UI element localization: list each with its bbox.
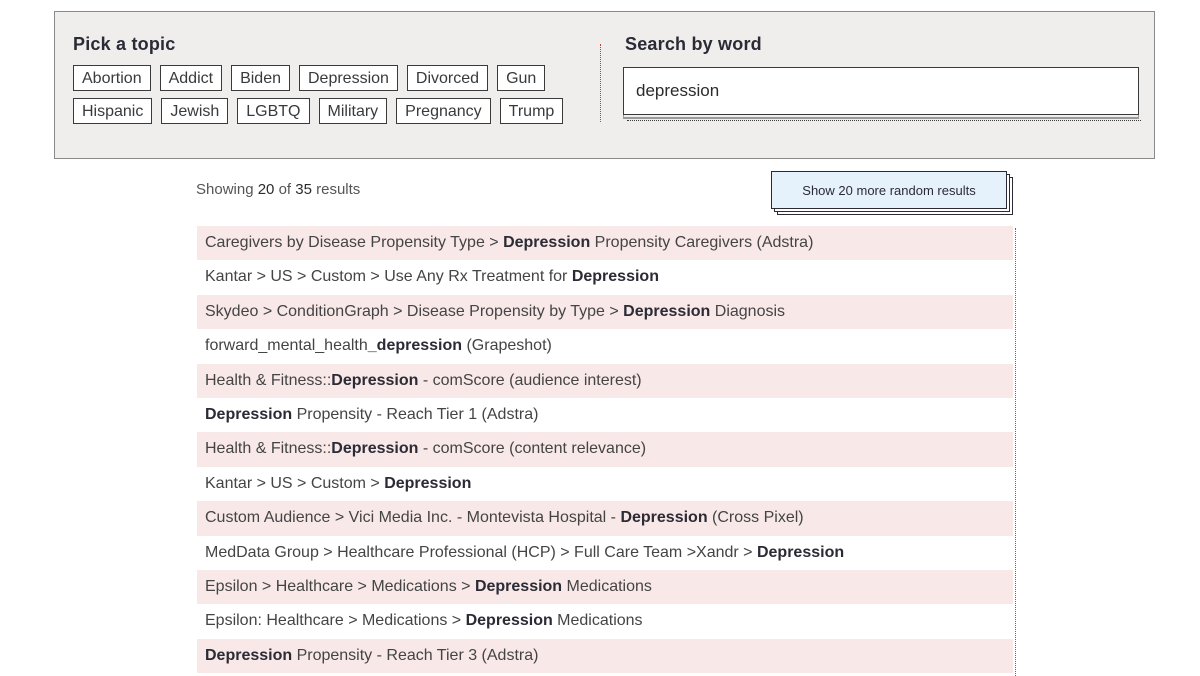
results-shown-count: 20 (257, 181, 275, 198)
show-more-random-results-button[interactable]: Show 20 more random results (771, 171, 1007, 209)
topic-chip-abortion[interactable]: Abortion (73, 65, 151, 91)
result-text: (Grapeshot) (462, 337, 552, 355)
summary-suffix: results (311, 181, 361, 198)
result-text: Health & Fitness:: (205, 371, 332, 389)
topic-chip-jewish[interactable]: Jewish (161, 98, 229, 124)
result-text: - comScore (audience interest) (418, 371, 642, 389)
result-text: Propensity Caregivers (Adstra) (590, 234, 814, 251)
topic-chip-lgbtq[interactable]: LGBTQ (237, 98, 310, 124)
summary-middle: of (274, 181, 296, 198)
result-text: (Cross Pixel) (707, 509, 804, 527)
result-match-term: Depression (756, 543, 845, 561)
more-results-control: Show 20 more random results (771, 171, 1014, 217)
result-text: Medications (552, 612, 643, 630)
result-row[interactable]: Epsilon: Healthcare > Medications > Depr… (197, 604, 1013, 638)
result-match-term: Depression (331, 440, 419, 458)
result-text: Medications (562, 577, 652, 595)
word-search: Search by word (623, 34, 1141, 121)
result-row[interactable]: Depression Propensity - Reach Tier 3 (Ad… (197, 638, 1013, 674)
result-match-term: Depression (623, 302, 711, 320)
result-text: forward_mental_health (205, 337, 368, 355)
topic-chip-row: Abortion Addict Biden Depression Divorced Gun (73, 65, 546, 91)
result-row[interactable]: Skydeo > ConditionGraph > Disease Propen… (197, 294, 1013, 330)
search-input[interactable] (623, 67, 1139, 115)
result-match-term: Depression (205, 646, 293, 664)
results-list: Caregivers by Disease Propensity Type > … (197, 226, 1013, 674)
result-text: Skydeo > ConditionGraph > Disease Propen… (205, 302, 624, 320)
result-text: Propensity - Reach Tier 1 (Adstra) (292, 405, 539, 423)
result-match-term: Depression (384, 474, 472, 492)
result-match-term: Depression (571, 268, 659, 286)
result-row[interactable]: Health & Fitness::Depression - comScore … (197, 363, 1013, 398)
filter-panel: Pick a topic Abortion Addict Biden Depressi… (54, 11, 1155, 159)
result-match-term: Depression (465, 612, 553, 630)
topic-chip-row: Hispanic Jewish LGBTQ Military Pregnancy Trum… (73, 98, 564, 124)
topic-chip-trump[interactable]: Trump (499, 98, 564, 124)
result-row[interactable]: Kantar > US > Custom > Use Any Rx Treatm… (197, 260, 1013, 294)
summary-prefix: Showing (196, 181, 258, 198)
results-summary: Showing 20 of 35 results (196, 181, 360, 198)
result-text: Diagnosis (710, 302, 786, 320)
result-row[interactable]: Epsilon > Healthcare > Medications > Dep… (197, 569, 1013, 605)
result-match-term: Depression (503, 234, 591, 251)
result-text: Custom Audience > Vici Media Inc. - Mont… (205, 509, 621, 527)
topic-chip-biden[interactable]: Biden (231, 65, 290, 91)
result-text: Epsilon: Healthcare > Medications > (205, 612, 466, 630)
result-row[interactable]: Depression Propensity - Reach Tier 1 (Ad… (197, 398, 1013, 432)
result-text: MedData Group > Healthcare Professional … (205, 543, 757, 561)
result-row[interactable]: Custom Audience > Vici Media Inc. - Mont… (197, 501, 1013, 536)
results-total-count: 35 (295, 181, 312, 198)
result-row[interactable]: Health & Fitness::Depression - comScore … (197, 432, 1013, 467)
topic-chip-divorced[interactable]: Divorced (406, 65, 489, 91)
result-row[interactable]: Kantar > US > Custom > Depression (197, 467, 1013, 501)
topic-chip-gun[interactable]: Gun (497, 65, 546, 91)
result-row[interactable]: forward_mental_health_depression (Grapes… (197, 329, 1013, 363)
result-row[interactable]: MedData Group > Healthcare Professional … (197, 536, 1013, 570)
result-text: Kantar > US > Custom > (205, 474, 385, 492)
result-match-term: _depression (367, 337, 463, 355)
topic-chip-depression[interactable]: Depression (298, 65, 398, 91)
result-text: Epsilon > Healthcare > Medications > (205, 577, 475, 595)
result-text: - comScore (content relevance) (418, 440, 647, 458)
topic-picker: Pick a topic Abortion Addict Biden Depressi… (73, 34, 593, 124)
topic-chip-hispanic[interactable]: Hispanic (73, 98, 153, 124)
results-scrollbar[interactable] (1015, 228, 1016, 676)
search-title: Search by word (625, 34, 762, 54)
search-input-shadow (627, 116, 1141, 121)
result-text: Health & Fitness:: (205, 440, 332, 458)
result-match-term: Depression (620, 509, 708, 527)
section-divider (600, 44, 601, 122)
result-match-term: Depression (205, 405, 293, 423)
topic-chip-pregnancy[interactable]: Pregnancy (396, 98, 491, 124)
result-row[interactable]: Caregivers by Disease Propensity Type > … (197, 226, 1013, 261)
topic-chip-addict[interactable]: Addict (159, 65, 223, 91)
result-text: Caregivers by Disease Propensity Type > (205, 234, 504, 251)
result-text: Propensity - Reach Tier 3 (Adstra) (292, 646, 539, 664)
topic-chip-military[interactable]: Military (318, 98, 388, 124)
result-match-term: Depression (474, 577, 563, 595)
result-match-term: Depression (331, 371, 419, 389)
topic-picker-title: Pick a topic (73, 34, 176, 54)
result-text: Kantar > US > Custom > Use Any Rx Treatm… (205, 268, 572, 286)
